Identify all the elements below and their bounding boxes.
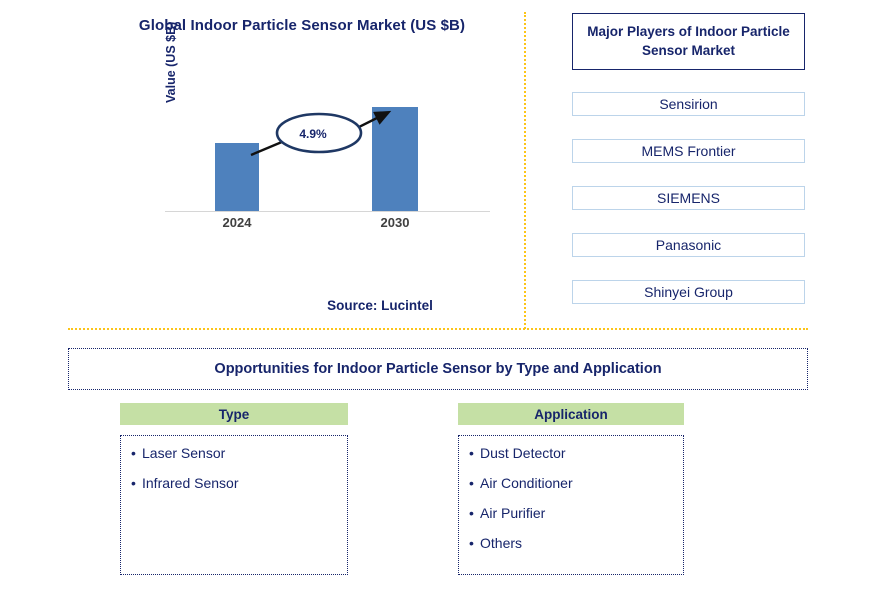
column-heading-application: Application xyxy=(458,403,684,425)
source-label: Source: Lucintel xyxy=(327,298,433,313)
bullet-icon: • xyxy=(131,475,136,491)
player-item: MEMS Frontier xyxy=(572,139,805,163)
list-item: • Others xyxy=(469,536,683,550)
horizontal-divider xyxy=(68,328,808,330)
list-item-label: Air Conditioner xyxy=(480,475,573,491)
list-item: • Dust Detector xyxy=(469,446,683,460)
player-item: Sensirion xyxy=(572,92,805,116)
bullet-icon: • xyxy=(469,505,474,521)
application-list-box: • Dust Detector • Air Conditioner • Air Pur… xyxy=(458,435,684,575)
list-item: • Air Conditioner xyxy=(469,476,683,490)
list-item-label: Others xyxy=(480,535,523,551)
bullet-icon: • xyxy=(131,445,136,461)
player-item: Shinyei Group xyxy=(572,280,805,304)
x-axis-line xyxy=(165,211,490,212)
major-players-header: Major Players of Indoor Particle Sensor … xyxy=(572,13,805,70)
list-item-label: Laser Sensor xyxy=(142,445,226,461)
bullet-icon: • xyxy=(469,475,474,491)
list-item: • Air Purifier xyxy=(469,506,683,520)
list-item-label: Air Purifier xyxy=(480,505,546,521)
x-tick-label-2024: 2024 xyxy=(222,215,252,230)
list-item: • Laser Sensor xyxy=(131,446,347,460)
list-item-label: Infrared Sensor xyxy=(142,475,239,491)
column-heading-type: Type xyxy=(120,403,348,425)
chart-title: Global Indoor Particle Sensor Market (US… xyxy=(138,17,466,34)
infographic-page: Global Indoor Particle Sensor Market (US… xyxy=(0,0,892,591)
x-tick-label-2030: 2030 xyxy=(380,215,410,230)
list-item-label: Dust Detector xyxy=(480,445,566,461)
opportunities-banner: Opportunities for Indoor Particle Sensor… xyxy=(68,348,808,390)
list-item: • Infrared Sensor xyxy=(131,476,347,490)
y-axis-label: Value (US $B) xyxy=(164,21,178,103)
cagr-value: 4.9% xyxy=(299,127,327,141)
player-item: SIEMENS xyxy=(572,186,805,210)
bullet-icon: • xyxy=(469,535,474,551)
vertical-divider xyxy=(524,12,526,329)
type-list-box: • Laser Sensor • Infrared Sensor xyxy=(120,435,348,575)
bullet-icon: • xyxy=(469,445,474,461)
player-item: Panasonic xyxy=(572,233,805,257)
